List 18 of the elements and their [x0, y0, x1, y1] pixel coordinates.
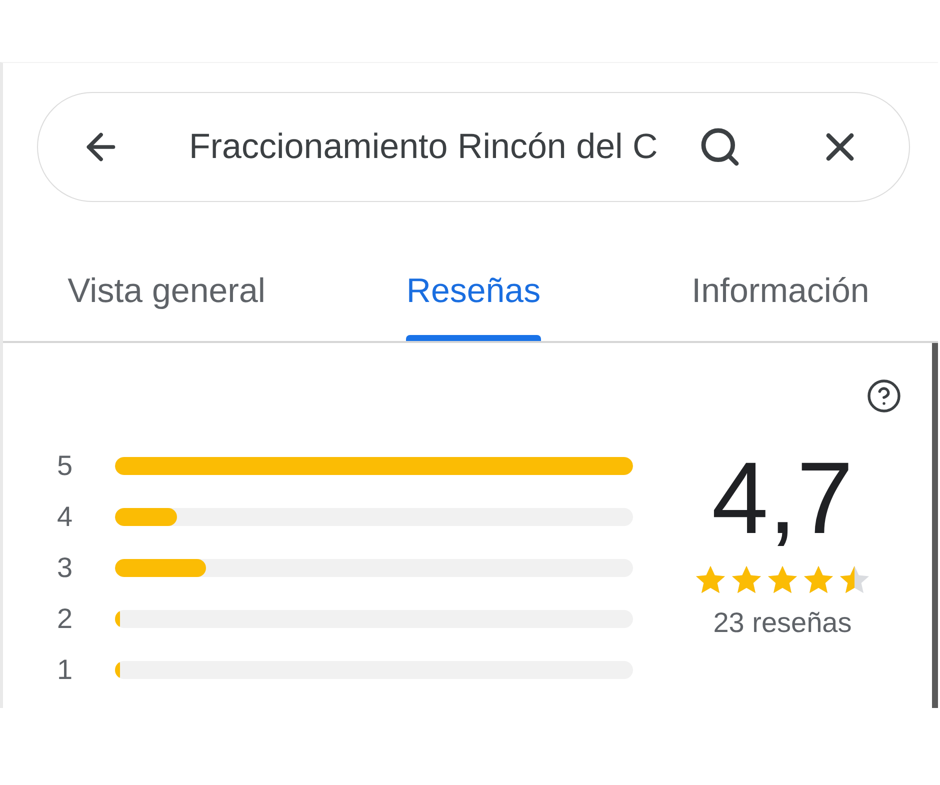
search-field[interactable]: Fraccionamiento Rincón del C	[189, 126, 688, 168]
help-icon[interactable]	[866, 378, 902, 414]
star-level-label: 2	[57, 602, 74, 634]
average-rating: 4,7	[712, 447, 854, 549]
star-icon	[732, 565, 761, 594]
star-level-label: 3	[57, 552, 74, 584]
star-level-label: 1	[57, 654, 74, 686]
scrollbar[interactable]	[932, 343, 938, 708]
star-level-label: 5	[57, 450, 74, 482]
star-icon	[804, 565, 833, 594]
star-icon	[696, 565, 725, 594]
review-count[interactable]: 23 reseñas	[713, 607, 852, 639]
star-icon	[768, 565, 797, 594]
tab[interactable]: Información	[627, 260, 934, 341]
tab[interactable]: Vista general	[13, 260, 320, 341]
star-level-label: 4	[57, 500, 74, 532]
tab[interactable]: Reseñas	[320, 260, 627, 341]
star-icon	[840, 565, 869, 594]
